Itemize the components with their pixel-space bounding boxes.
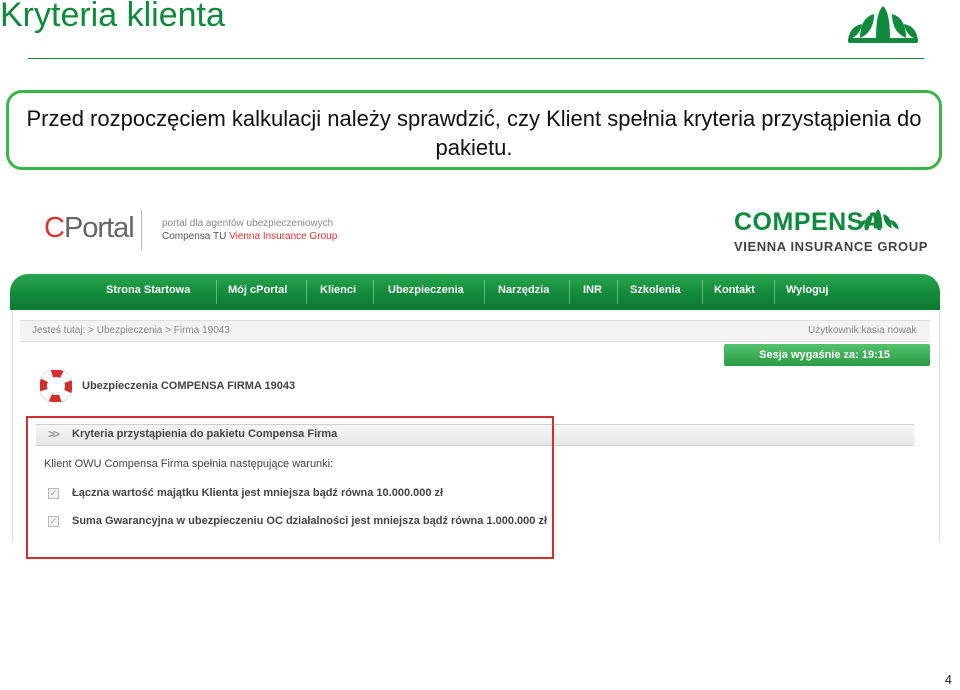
nav-separator [216, 280, 217, 304]
tagline-brand: Compensa TU [162, 231, 230, 242]
instruction-callout: Przed rozpoczęciem kalkulacji należy spr… [6, 90, 942, 170]
current-user: Użytkownik:kasia nowak [808, 325, 917, 336]
nav-separator [373, 280, 374, 304]
nav-separator [569, 280, 570, 304]
nav-separator [484, 280, 485, 304]
cportal-logo-c: C [44, 212, 65, 244]
nav-separator [702, 280, 703, 304]
nav-ubezpieczenia[interactable]: Ubezpieczenia [388, 284, 464, 296]
cportal-logo-text: Portal [63, 212, 135, 244]
page-number: 4 [944, 672, 952, 687]
lifebuoy-icon [40, 370, 72, 402]
slide-title: Kryteria klienta [0, 0, 225, 34]
nav-separator [617, 280, 618, 304]
insurance-title: Ubezpieczenia COMPENSA FIRMA 19043 [82, 380, 296, 392]
nav-wyloguj[interactable]: Wyloguj [786, 284, 829, 296]
tagline-line1: portal dla agentów ubezpieczeniowych [162, 218, 334, 229]
nav-inr[interactable]: INR [583, 284, 602, 296]
highlight-frame [26, 416, 554, 559]
vig-wordmark: VIENNA INSURANCE GROUP [734, 239, 929, 254]
compensa-small-leaf-logo [857, 209, 899, 230]
nav-strona-startowa[interactable]: Strona Startowa [106, 284, 190, 296]
nav-klienci[interactable]: Klienci [320, 284, 356, 296]
tagline-group: Vienna Insurance Group [229, 231, 338, 242]
session-timer: Sesja wygaśnie za: 19:15 [724, 344, 930, 366]
nav-separator [774, 280, 775, 304]
header-separator [141, 210, 142, 250]
compensa-leaf-logo [848, 6, 918, 43]
nav-narzedzia[interactable]: Narzędzia [498, 284, 549, 296]
title-divider [28, 58, 924, 59]
breadcrumb[interactable]: Jesteś tutaj: > Ubezpieczenia > Firma 19… [32, 325, 230, 336]
nav-kontakt[interactable]: Kontakt [714, 284, 755, 296]
nav-szkolenia[interactable]: Szkolenia [630, 284, 681, 296]
cportal-logo: CPortal [44, 212, 135, 245]
portal-tagline: portal dla agentów ubezpieczeniowych Com… [162, 217, 337, 243]
nav-moj-cportal[interactable]: Mój cPortal [228, 284, 287, 296]
nav-separator [306, 280, 307, 304]
main-navigation: Strona Startowa Mój cPortal Klienci Ubez… [10, 274, 940, 310]
